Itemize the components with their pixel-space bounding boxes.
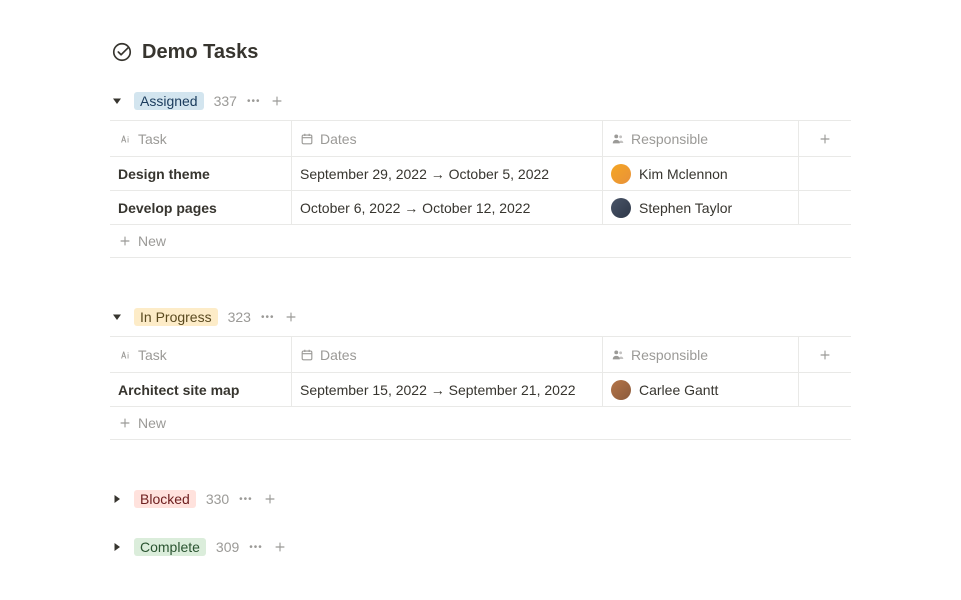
group-header: Blocked 330 ••• — [110, 490, 277, 508]
table-row[interactable]: Develop pagesOctober 6, 2022 → October 1… — [110, 191, 851, 225]
cell-dates[interactable]: September 15, 2022 → September 21, 2022 — [291, 373, 602, 406]
add-column-button[interactable] — [798, 337, 851, 372]
cell-dates[interactable]: October 6, 2022 → October 12, 2022 — [291, 191, 602, 224]
column-header-dates[interactable]: Dates — [291, 121, 602, 156]
page-header: Demo Tasks — [110, 40, 851, 64]
column-header-task[interactable]: Task — [110, 131, 291, 147]
column-header-label: Task — [138, 347, 167, 363]
column-header-label: Dates — [320, 131, 357, 147]
group-header: Assigned 337 ••• — [110, 92, 851, 110]
group-count: 330 — [206, 491, 229, 507]
cell-responsible[interactable]: Kim Mclennon — [602, 157, 798, 190]
page-title: Demo Tasks — [142, 41, 258, 64]
new-row-label: New — [138, 415, 166, 431]
page-icon — [110, 40, 134, 64]
cell-task[interactable]: Architect site map — [110, 373, 291, 406]
cell-responsible[interactable]: Stephen Taylor — [602, 191, 798, 224]
group: Assigned 337 ••• Task Dates Responsible Design… — [110, 92, 851, 258]
text-type-icon — [118, 348, 132, 362]
group-count: 309 — [216, 539, 239, 555]
responsible-name: Kim Mclennon — [639, 166, 728, 182]
table-header: Task Dates Responsible — [110, 121, 851, 157]
cell-extra — [798, 373, 851, 406]
more-icon[interactable]: ••• — [261, 312, 275, 323]
group-toggle[interactable] — [110, 94, 124, 108]
group-header: In Progress 323 ••• — [110, 308, 851, 326]
group-label[interactable]: Complete — [134, 538, 206, 556]
plus-icon — [818, 348, 832, 362]
cell-responsible[interactable]: Carlee Gantt — [602, 373, 798, 406]
add-column-button[interactable] — [798, 121, 851, 156]
more-icon[interactable]: ••• — [249, 542, 263, 553]
table-row[interactable]: Design themeSeptember 29, 2022 → October… — [110, 157, 851, 191]
group: Complete 309 ••• — [110, 538, 851, 556]
group-toggle[interactable] — [110, 310, 124, 324]
new-row-button[interactable]: New — [110, 225, 851, 258]
table: Task Dates Responsible Architect site mapSe… — [110, 336, 851, 440]
table: Task Dates Responsible Design themeSeptembe… — [110, 120, 851, 258]
more-icon[interactable]: ••• — [239, 494, 253, 505]
group: Blocked 330 ••• — [110, 490, 851, 508]
avatar — [611, 380, 631, 400]
group-label[interactable]: Assigned — [134, 92, 204, 110]
group-label[interactable]: Blocked — [134, 490, 196, 508]
new-row-button[interactable]: New — [110, 407, 851, 440]
plus-icon — [818, 132, 832, 146]
column-header-label: Responsible — [631, 347, 708, 363]
group-toggle[interactable] — [110, 540, 124, 554]
group-toggle[interactable] — [110, 492, 124, 506]
column-header-label: Dates — [320, 347, 357, 363]
person-icon — [611, 132, 625, 146]
avatar — [611, 198, 631, 218]
person-icon — [611, 348, 625, 362]
column-header-responsible[interactable]: Responsible — [602, 121, 798, 156]
responsible-name: Stephen Taylor — [639, 200, 732, 216]
cell-dates[interactable]: September 29, 2022 → October 5, 2022 — [291, 157, 602, 190]
cell-extra — [798, 191, 851, 224]
add-row-icon[interactable] — [270, 94, 284, 108]
column-header-dates[interactable]: Dates — [291, 337, 602, 372]
group-label[interactable]: In Progress — [134, 308, 218, 326]
new-row-label: New — [138, 233, 166, 249]
table-row[interactable]: Architect site mapSeptember 15, 2022 → S… — [110, 373, 851, 407]
more-icon[interactable]: ••• — [247, 96, 261, 107]
text-type-icon — [118, 132, 132, 146]
add-row-icon[interactable] — [273, 540, 287, 554]
group-header: Complete 309 ••• — [110, 538, 287, 556]
plus-icon — [118, 416, 132, 430]
calendar-icon — [300, 348, 314, 362]
group-count: 323 — [228, 309, 251, 325]
column-header-task[interactable]: Task — [110, 347, 291, 363]
cell-extra — [798, 157, 851, 190]
table-header: Task Dates Responsible — [110, 337, 851, 373]
avatar — [611, 164, 631, 184]
plus-icon — [118, 234, 132, 248]
column-header-label: Responsible — [631, 131, 708, 147]
group: In Progress 323 ••• Task Dates Responsible Arc… — [110, 308, 851, 440]
add-row-icon[interactable] — [263, 492, 277, 506]
cell-task[interactable]: Develop pages — [110, 191, 291, 224]
column-header-label: Task — [138, 131, 167, 147]
column-header-responsible[interactable]: Responsible — [602, 337, 798, 372]
add-row-icon[interactable] — [284, 310, 298, 324]
group-count: 337 — [214, 93, 237, 109]
calendar-icon — [300, 132, 314, 146]
cell-task[interactable]: Design theme — [110, 157, 291, 190]
responsible-name: Carlee Gantt — [639, 382, 718, 398]
